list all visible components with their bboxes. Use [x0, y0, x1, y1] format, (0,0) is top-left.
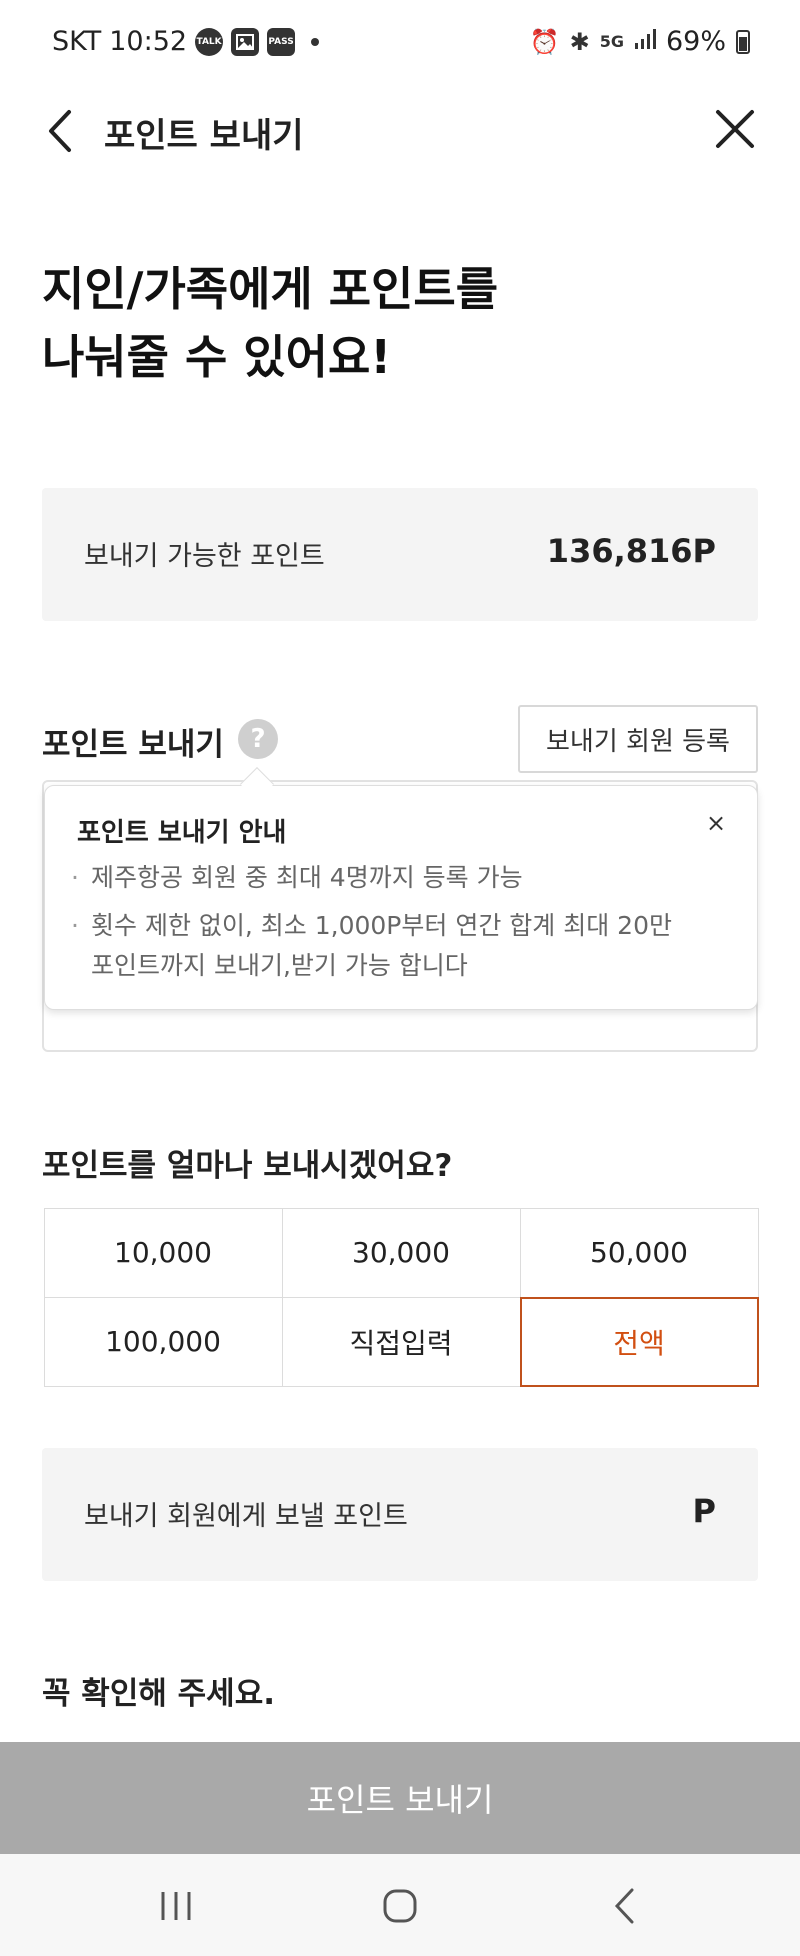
send-section-header: 포인트 보내기 ? 보내기 회원 등록 [42, 705, 758, 773]
close-button[interactable] [710, 104, 760, 154]
battery-icon [736, 29, 750, 54]
tooltip-title: 포인트 보내기 안내 [77, 818, 287, 848]
send-points-button[interactable]: 포인트 보내기 [0, 1742, 800, 1854]
pass-icon: PASS [267, 27, 296, 56]
help-icon[interactable]: ? [238, 719, 278, 759]
tooltip-item: · 횟수 제한 없이, 최소 1,000P부터 연간 합계 최대 20만 포인트… [71, 906, 691, 986]
home-button[interactable] [370, 1878, 430, 1934]
available-points-panel: 보내기 가능한 포인트 136,816P [42, 488, 758, 621]
carrier-label: SKT [52, 26, 102, 57]
recent-apps-icon [161, 1892, 191, 1920]
headline-line-1: 지인/가족에게 포인트를 [42, 262, 499, 316]
tooltip-item-text: 제주항공 회원 중 최대 4명까지 등록 가능 [91, 863, 523, 892]
send-info-tooltip: 포인트 보내기 안내 × · 제주항공 회원 중 최대 4명까지 등록 가능 ·… [44, 767, 758, 1010]
notice-title: 꼭 확인해 주세요. [42, 1676, 276, 1712]
points-to-send-panel: 보내기 회원에게 보낼 포인트 P [42, 1448, 758, 1581]
amount-option-100000[interactable]: 100,000 [43, 1296, 283, 1387]
send-section-title: 포인트 보내기 [42, 727, 224, 763]
available-points-label: 보내기 가능한 포인트 [84, 541, 325, 572]
network-type: 5G [599, 32, 624, 51]
tooltip-item: · 제주항공 회원 중 최대 4명까지 등록 가능 [71, 858, 691, 898]
amount-option-30000[interactable]: 30,000 [281, 1207, 521, 1298]
close-icon [716, 110, 754, 148]
clock: 10:52 [109, 26, 188, 57]
system-nav-bar [0, 1854, 800, 1956]
points-unit: P [692, 1492, 716, 1530]
talk-icon: TALK [195, 27, 224, 56]
signal-icon [634, 26, 656, 57]
notification-dot-icon [311, 37, 320, 46]
headline-line-2: 나눠줄 수 있어요! [42, 330, 392, 384]
alarm-icon: ⏰ [529, 27, 560, 56]
bullet-icon: · [71, 863, 79, 892]
back-button[interactable] [40, 106, 80, 156]
recent-apps-button[interactable] [146, 1878, 206, 1934]
amount-option-50000[interactable]: 50,000 [519, 1207, 759, 1298]
home-icon [383, 1889, 417, 1923]
page-title: 포인트 보내기 [104, 116, 304, 156]
gallery-icon [231, 27, 260, 56]
chevron-left-icon [49, 110, 71, 152]
app-header: 포인트 보내기 [0, 86, 800, 176]
battery-percent: 69% [665, 26, 726, 57]
bullet-icon: · [71, 911, 79, 940]
register-member-button[interactable]: 보내기 회원 등록 [518, 705, 758, 773]
amount-options: 10,000 30,000 50,000 100,000 직접입력 전액 [43, 1207, 759, 1387]
amount-option-10000[interactable]: 10,000 [43, 1207, 283, 1298]
system-back-button[interactable] [594, 1878, 654, 1934]
tooltip-item-text: 횟수 제한 없이, 최소 1,000P부터 연간 합계 최대 20만 포인트까지… [91, 911, 672, 980]
available-points-value: 136,816P [546, 532, 716, 570]
headline: 지인/가족에게 포인트를 나눠줄 수 있어요! [42, 255, 498, 391]
amount-option-custom[interactable]: 직접입력 [281, 1296, 521, 1387]
status-bar: SKT 10:52 TALK PASS ⏰ ✱ 5G 69% [0, 0, 800, 86]
back-icon [614, 1888, 634, 1924]
amount-title: 포인트를 얼마나 보내시겠어요? [42, 1148, 453, 1184]
bluetooth-icon: ✱ [569, 27, 590, 56]
points-to-send-label: 보내기 회원에게 보낼 포인트 [84, 1501, 408, 1532]
amount-option-all[interactable]: 전액 [519, 1296, 759, 1387]
tooltip-close-icon[interactable]: × [699, 806, 733, 840]
